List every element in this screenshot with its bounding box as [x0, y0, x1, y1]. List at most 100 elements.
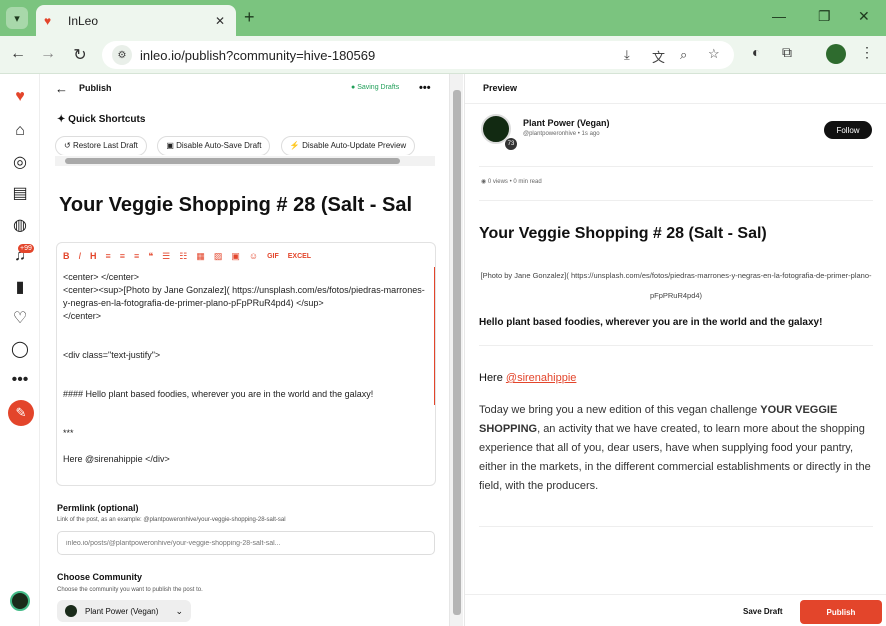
more-icon[interactable]: •••: [8, 369, 32, 391]
browser-menu-icon[interactable]: ⋮: [860, 44, 874, 61]
post-meta: ◉ 0 views • 0 min read: [481, 179, 542, 185]
disable-autoupdate-label: Disable Auto-Update Preview: [302, 141, 407, 150]
community-select[interactable]: Plant Power (Vegan) ⌄: [57, 600, 191, 622]
install-app-icon[interactable]: ⤓: [624, 47, 630, 63]
url-text: inleo.io/publish?community=hive-180569: [140, 47, 376, 63]
back-icon[interactable]: ←: [55, 81, 68, 96]
preview-panel: Preview 73 Plant Power (Vegan) @plantpow…: [464, 74, 886, 626]
author-handle: @plantpoweronhive • 1s ago: [523, 131, 600, 137]
bookmark-star-icon[interactable]: ☆: [708, 46, 720, 62]
community-selected: Plant Power (Vegan): [85, 606, 159, 616]
profile-avatar[interactable]: [826, 44, 846, 64]
publish-button[interactable]: Publish: [800, 600, 882, 624]
align-right-icon[interactable]: ≡: [134, 251, 139, 261]
bold-icon[interactable]: B: [63, 251, 70, 261]
table-icon[interactable]: ▦: [196, 251, 205, 262]
editor-accent-line: [434, 267, 435, 405]
divider: [479, 200, 873, 201]
disable-autoupdate-button[interactable]: ⚡ Disable Auto-Update Preview: [280, 136, 416, 155]
profile-icon[interactable]: ◯: [8, 338, 32, 360]
inleo-favicon-icon: ♥: [44, 13, 52, 28]
here-text: Here: [479, 372, 506, 384]
here-line: Here @sirenahippie: [479, 372, 576, 384]
permlink-input[interactable]: [57, 531, 435, 555]
publish-editor: ← Publish ● Saving Drafts ••• ✦ Quick Sh…: [41, 74, 449, 626]
forward-arrow-icon[interactable]: →: [38, 45, 58, 63]
restore-icon[interactable]: ❐: [818, 8, 831, 25]
upload-icon[interactable]: ▣: [231, 251, 240, 262]
bullet-list-icon[interactable]: ☰: [162, 251, 170, 262]
zoom-icon[interactable]: ⌕: [680, 47, 687, 63]
excel-icon[interactable]: EXCEL: [288, 253, 311, 260]
back-arrow-icon[interactable]: ←: [8, 45, 28, 63]
restore-draft-button[interactable]: ↺ Restore Last Draft: [55, 136, 147, 155]
home-icon[interactable]: ⌂: [8, 120, 32, 142]
browser-tab[interactable]: ♥ InLeo ✕: [36, 5, 236, 36]
italic-icon[interactable]: I: [79, 251, 82, 261]
compose-pen-icon[interactable]: ✎: [8, 400, 34, 426]
post-meta-text: 0 views • 0 min read: [487, 179, 542, 185]
browser-toolbar: ← → ↻ ⚙ inleo.io/publish?community=hive-…: [0, 36, 886, 74]
gif-icon[interactable]: GIF: [267, 253, 279, 260]
hello-heading: Hello plant based foodies, wherever you …: [479, 317, 823, 328]
markdown-line: [63, 440, 427, 453]
more-options-icon[interactable]: •••: [419, 82, 431, 94]
divider: [479, 166, 873, 167]
address-bar[interactable]: ⚙ inleo.io/publish?community=hive-180569: [102, 41, 734, 69]
preview-header: Preview: [465, 74, 886, 104]
shortcut-scrollbar[interactable]: [55, 156, 435, 166]
markdown-line: Here @sirenahippie </div>: [63, 454, 170, 464]
image-icon[interactable]: ▨: [214, 251, 223, 262]
follow-button[interactable]: Follow: [824, 121, 872, 139]
disable-autosave-button[interactable]: ▣ Disable Auto-Save Draft: [157, 136, 271, 155]
editor-scrollbar[interactable]: [449, 74, 463, 626]
community-hint: Choose the community you want to publish…: [57, 587, 203, 593]
preview-post-title: Your Veggie Shopping # 28 (Salt - Sal): [479, 225, 767, 242]
markdown-editor[interactable]: B I H ≡ ≡ ≡ ❝ ☰ ☷ ▦ ▨ ▣ ☺ GIF EXCEL <cen…: [56, 242, 436, 486]
quote-icon[interactable]: ❝: [148, 251, 153, 262]
preview-title: Preview: [483, 83, 518, 93]
community-avatar: [65, 605, 77, 617]
saving-status: ● Saving Drafts: [351, 84, 400, 91]
news-icon[interactable]: ▤: [8, 182, 32, 204]
new-tab-icon[interactable]: +: [244, 7, 255, 28]
markdown-body[interactable]: <center> </center> <center><sup>[Photo b…: [63, 271, 427, 466]
close-tab-icon[interactable]: ✕: [212, 14, 228, 28]
format-toolbar: B I H ≡ ≡ ≡ ❝ ☰ ☷ ▦ ▨ ▣ ☺ GIF EXCEL: [63, 249, 320, 263]
author-name[interactable]: Plant Power (Vegan): [523, 118, 610, 128]
reload-icon[interactable]: ↻: [70, 45, 90, 65]
extensions-puzzle-icon[interactable]: ⧉: [782, 44, 792, 61]
markdown-line: <div class="text-justify">: [63, 350, 161, 360]
explore-compass-icon[interactable]: ◎: [8, 151, 32, 173]
inleo-logo-icon[interactable]: ♥: [8, 86, 32, 108]
align-left-icon[interactable]: ≡: [106, 251, 111, 261]
editor-scroll-thumb[interactable]: [453, 90, 461, 615]
markdown-line: [63, 336, 427, 349]
markdown-line: [63, 362, 427, 375]
post-title-input[interactable]: Your Veggie Shopping # 28 (Salt - Sal: [59, 194, 435, 217]
community-label: Choose Community: [57, 572, 143, 582]
quick-shortcuts-title: ✦ Quick Shortcuts: [57, 114, 146, 125]
extension-icon[interactable]: ◐: [752, 44, 760, 60]
markdown-line: #### Hello plant based foodies, wherever…: [63, 389, 374, 399]
translate-icon[interactable]: 文: [652, 47, 665, 66]
emoji-icon[interactable]: ☺: [249, 251, 258, 261]
markdown-line: ***: [63, 428, 74, 438]
align-center-icon[interactable]: ≡: [120, 251, 125, 261]
mention-link[interactable]: @sirenahippie: [506, 372, 577, 384]
user-avatar[interactable]: [10, 591, 30, 611]
permlink-hint: Link of the post, as an example: @plantp…: [57, 517, 286, 523]
window-close-icon[interactable]: ✕: [858, 8, 870, 25]
minimize-icon[interactable]: —: [772, 8, 786, 24]
leo-icon[interactable]: ♡: [8, 307, 32, 329]
globe-icon[interactable]: ◍: [8, 214, 32, 236]
tab-search-button[interactable]: ▾: [6, 7, 28, 29]
divider: [479, 526, 873, 527]
save-draft-button[interactable]: Save Draft: [743, 607, 783, 616]
shortcut-scroll-thumb[interactable]: [65, 158, 400, 164]
markdown-line: <center><sup>[Photo by Jane Gonzalez]( h…: [63, 285, 425, 308]
bookmark-icon[interactable]: ▮: [8, 276, 32, 298]
heading-icon[interactable]: H: [90, 251, 97, 261]
site-info-icon[interactable]: ⚙: [112, 45, 132, 65]
numbered-list-icon[interactable]: ☷: [179, 251, 187, 262]
